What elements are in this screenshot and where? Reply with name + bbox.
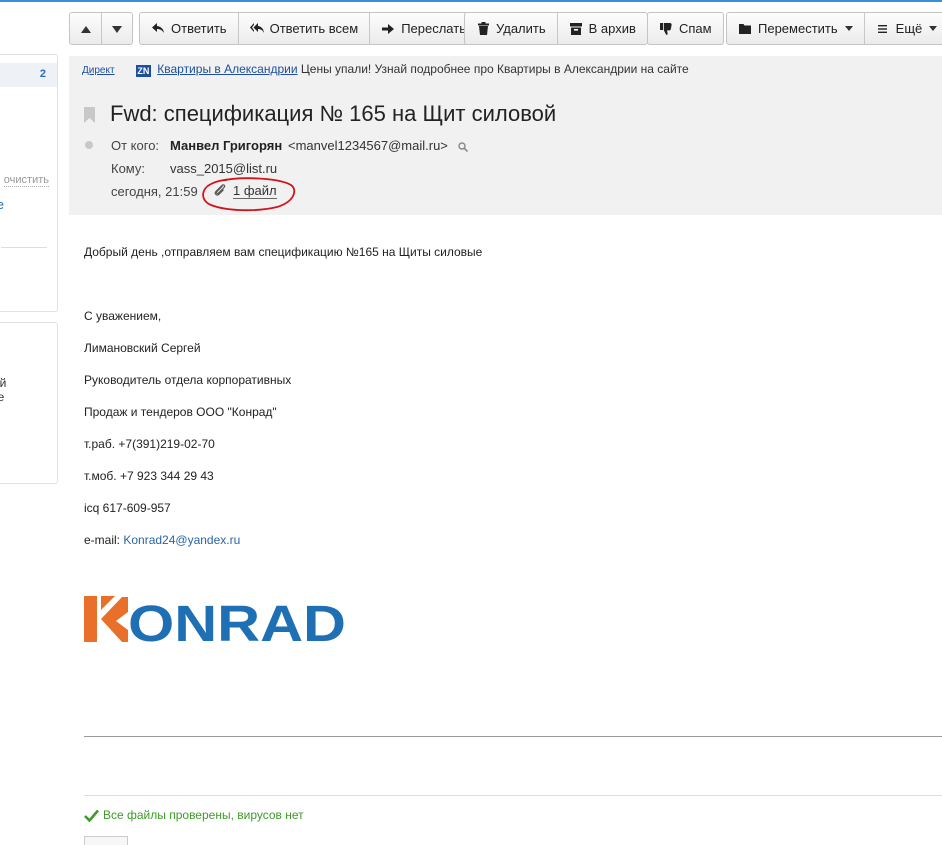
forward-label: Переслать — [401, 21, 466, 36]
sidebar-item-inbox[interactable] — [0, 63, 57, 87]
arrow-up-icon — [80, 21, 91, 36]
reply-icon — [151, 22, 165, 36]
unread-count-badge: 2 — [39, 68, 46, 80]
arrow-down-icon — [112, 21, 122, 36]
reply-label: Ответить — [171, 21, 227, 36]
archive-label: В архив — [588, 21, 636, 36]
forward-button[interactable]: Переслать — [369, 13, 477, 44]
sidebar-info-text: ый ее — [0, 376, 7, 404]
reply-button[interactable]: Ответить — [140, 13, 238, 44]
konrad-logo: ONRAD — [84, 595, 346, 645]
konrad-logo-text: ONRAD — [128, 595, 346, 645]
archive-icon — [569, 22, 583, 36]
ad-logo-icon: ZN — [135, 65, 151, 77]
nav-arrows-group — [69, 12, 133, 45]
delete-label: Удалить — [496, 21, 546, 36]
sidebar-divider — [1, 247, 47, 248]
attachments-separator — [84, 795, 942, 796]
chevron-down-icon — [844, 26, 853, 31]
sender-email[interactable]: <manvel1234567@mail.ru> — [288, 138, 448, 153]
from-label: От кого: — [111, 138, 160, 153]
virus-check-text: Все файлы проверены, вирусов нет — [103, 808, 304, 822]
menu-lines-icon — [876, 22, 890, 36]
checkmark-icon — [84, 809, 99, 822]
to-label: Кому: — [111, 161, 145, 176]
sidebar-clear-link[interactable]: очистить — [3, 174, 49, 187]
more-label: Ещё — [895, 21, 923, 36]
forward-icon — [381, 22, 395, 36]
email-label: e-mail: — [84, 533, 124, 547]
sidebar-link[interactable]: те — [0, 197, 4, 212]
manage-actions-group: Удалить В архив — [464, 12, 648, 45]
chevron-down-icon — [929, 26, 938, 31]
message-date: сегодня, 21:59 — [111, 184, 198, 199]
move-more-group: Переместить Ещё — [726, 12, 942, 45]
annotation-ellipse — [202, 177, 296, 212]
reply-actions-group: Ответить Ответить всем Переслать — [139, 12, 478, 45]
spam-label: Спам — [679, 21, 712, 36]
signature-position-1: Руководитель отдела корпоративных — [84, 373, 292, 387]
recipient-email[interactable]: vass_2015@list.ru — [170, 161, 277, 176]
direct-label[interactable]: Директ — [82, 65, 115, 76]
message-subject: Fwd: спецификация № 165 на Щит силовой — [110, 101, 557, 126]
signature-phone-work: т.раб. +7(391)219-02-70 — [84, 437, 215, 451]
message-header — [69, 56, 942, 215]
sidebar-folders-panel: 2 очистить те — [0, 54, 58, 312]
body-regards: С уважением, — [84, 309, 162, 323]
signature-email-link[interactable]: Konrad24@yandex.ru — [123, 533, 240, 547]
spam-group: Спам — [647, 12, 724, 45]
spam-button[interactable]: Спам — [648, 13, 723, 44]
body-greeting: Добрый день ,отправляем вам спецификацию… — [84, 245, 483, 259]
top-accent-line — [0, 0, 942, 2]
move-dropdown-button[interactable]: Переместить — [727, 13, 864, 44]
search-sender-icon[interactable] — [458, 140, 469, 155]
ad-text: Цены упали! Узнай подробнее про Квартиры… — [300, 62, 689, 76]
signature-name: Лимановский Сергей — [84, 341, 201, 355]
direct-ad-line: Директ ZN Квартиры в Александрии Цены уп… — [82, 62, 689, 77]
ad-link[interactable]: Квартиры в Александрии — [157, 62, 297, 76]
signature-icq: icq 617-609-957 — [84, 501, 171, 515]
reply-all-button[interactable]: Ответить всем — [237, 13, 370, 44]
move-label: Переместить — [758, 21, 838, 36]
signature-position-2: Продаж и тендеров ООО "Конрад" — [84, 405, 277, 419]
reply-all-icon — [249, 22, 264, 36]
delete-button[interactable]: Удалить — [465, 13, 557, 44]
more-dropdown-button[interactable]: Ещё — [863, 13, 942, 44]
signature-phone-mobile: т.моб. +7 923 344 29 43 — [84, 469, 214, 483]
body-separator — [84, 736, 942, 737]
archive-button[interactable]: В архив — [556, 13, 647, 44]
bookmark-flag-icon[interactable] — [84, 107, 95, 126]
trash-icon — [476, 22, 490, 36]
folder-icon — [738, 22, 752, 36]
virus-check-status: Все файлы проверены, вирусов нет — [84, 808, 304, 822]
next-message-button[interactable] — [101, 13, 132, 44]
sidebar-info-panel: ый ее — [0, 322, 58, 484]
reply-all-label: Ответить всем — [269, 21, 359, 36]
sender-name[interactable]: Манвел Григорян — [170, 138, 282, 153]
prev-message-button[interactable] — [70, 13, 101, 44]
thumbs-down-icon — [659, 22, 673, 36]
signature-email-line: e-mail: Konrad24@yandex.ru — [84, 533, 240, 547]
read-status-dot[interactable] — [85, 141, 93, 149]
